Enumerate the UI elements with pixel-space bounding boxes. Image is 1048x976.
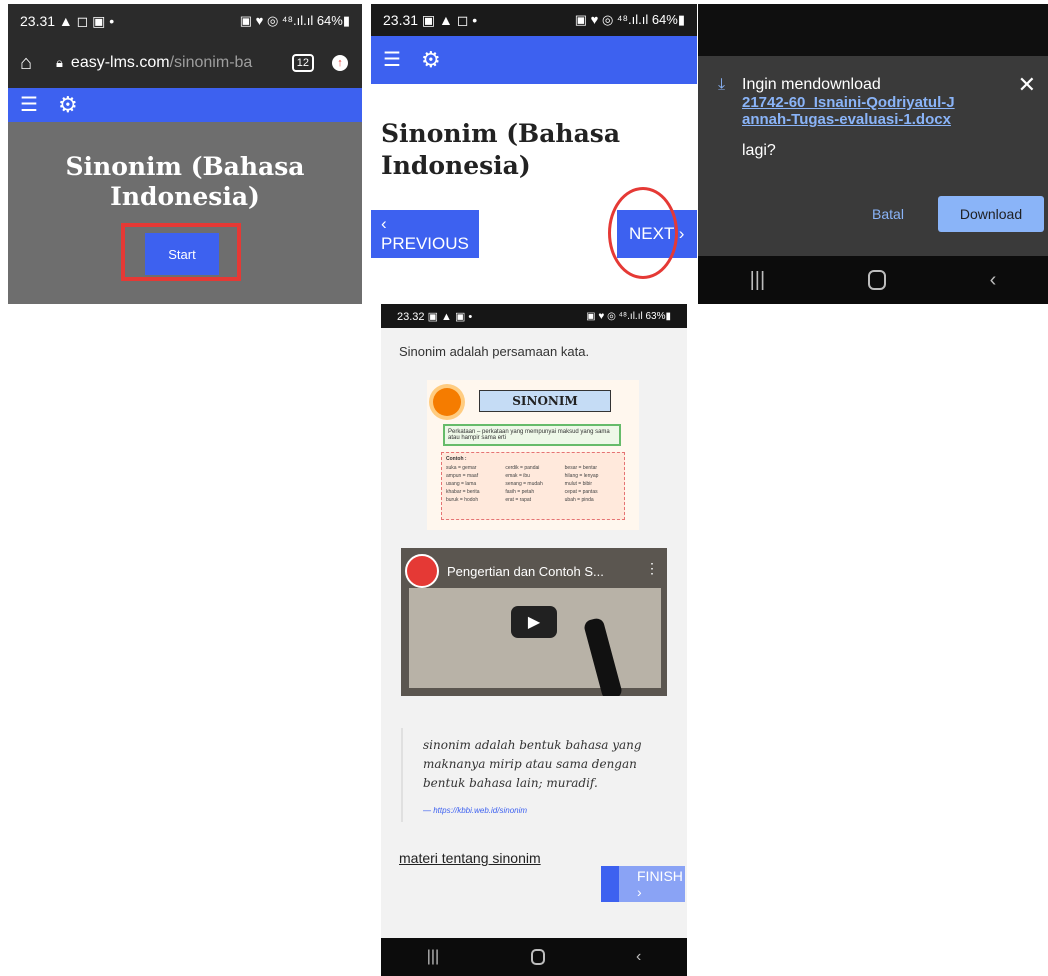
infographic-pair: ubah = pinda: [564, 497, 594, 503]
status-time: 23.31 ▲ ◻ ▣ •: [20, 12, 115, 29]
close-icon[interactable]: ✕: [1018, 72, 1036, 98]
infographic-pair: fasih = petah: [505, 489, 535, 495]
infographic-pair: emak = ibu: [505, 473, 530, 479]
material-link[interactable]: materi tentang sinonim: [399, 850, 541, 866]
tab-count-button[interactable]: 12: [291, 54, 314, 72]
download-dialog: ⤓ Ingin mendownload 21742-60_Isnaini-Qod…: [698, 56, 1048, 256]
screenshot-download-dialog: ⤓ Ingin mendownload 21742-60_Isnaini-Qod…: [698, 4, 1048, 304]
start-button[interactable]: Start: [145, 233, 219, 275]
infographic-definition: Perkataan – perkataan yang mempunyai mak…: [443, 424, 621, 446]
hamburger-menu-icon[interactable]: ☰: [383, 50, 401, 70]
video-embed[interactable]: Pengertian dan Contoh S... ⋮ ▶: [401, 548, 667, 696]
video-title: Pengertian dan Contoh S...: [447, 564, 604, 579]
channel-avatar: [405, 554, 439, 588]
next-highlight-circle: [608, 187, 678, 279]
infographic-pair: cepat = pantas: [564, 489, 598, 495]
site-header: ☰ ⚙: [8, 88, 362, 122]
android-nav-bar: ||| ‹: [381, 938, 687, 976]
infographic-contoh: Contoh :: [446, 456, 467, 462]
finish-button[interactable]: FINISH ›: [601, 866, 685, 902]
infographic-pair: senang = mudah: [505, 481, 543, 487]
recent-apps-icon[interactable]: |||: [427, 948, 439, 966]
infographic-pair: erat = rapat: [505, 497, 532, 503]
dialog-heading: Ingin mendownload: [742, 76, 881, 93]
status-icons: ▣ ♥ ◎ ⁴⁸.ıl.ıl 64%▮: [574, 12, 685, 27]
recent-apps-icon[interactable]: |||: [750, 269, 766, 292]
back-icon[interactable]: ‹: [990, 269, 997, 292]
video-more-icon[interactable]: ⋮: [645, 560, 659, 577]
address-bar[interactable]: 🔒︎ easy-lms.com/sinonim-ba: [56, 54, 252, 72]
infographic-pair: suka = gemar: [446, 465, 477, 471]
infographic-pair: mulut = bibir: [564, 481, 593, 487]
back-icon[interactable]: ‹: [636, 948, 641, 966]
infographic-pair: hilang = lenyap: [564, 473, 599, 479]
url-path: /sinonim-ba: [169, 54, 253, 71]
infographic-pair: usang = lama: [446, 481, 477, 487]
status-bar: 23.31 ▲ ◻ ▣ • ▣ ♥ ◎ ⁴⁸.ıl.ıl 64%▮: [8, 4, 362, 38]
infographic-pair: besar = bentar: [564, 465, 598, 471]
dialog-suffix: lagi?: [742, 142, 776, 159]
status-icons: ▣ ♥ ◎ ⁴⁸.ıl.ıl 63%▮: [586, 310, 671, 322]
play-button[interactable]: ▶: [511, 606, 557, 638]
quiz-title: Sinonim (Bahasa Indonesia): [381, 119, 621, 180]
download-filename[interactable]: 21742-60_Isnaini-Qodriyatul-Jannah-Tugas…: [742, 94, 956, 128]
home-circle-icon[interactable]: [530, 949, 545, 965]
download-icon: ⤓: [718, 76, 726, 93]
quote-source[interactable]: — https://kbbi.web.id/sinonim: [423, 806, 527, 815]
infographic-pairs: suka = gemar cerdik = pandai besar = benta…: [446, 465, 620, 503]
menu-upload-icon[interactable]: ↑: [332, 55, 348, 71]
screenshot-question-page: 23.31 ▣ ▲ ◻ • ▣ ♥ ◎ ⁴⁸.ıl.ıl 64%▮ ☰ ⚙ Si…: [371, 4, 697, 304]
download-button[interactable]: Download: [938, 196, 1044, 232]
infographic-title: SINONIM: [479, 390, 611, 412]
browser-toolbar: ⌂ 🔒︎ easy-lms.com/sinonim-ba 12 ↑: [8, 38, 362, 88]
screenshot-material-page: 23.32 ▣ ▲ ▣ • ▣ ♥ ◎ ⁴⁸.ıl.ıl 63%▮ Sinoni…: [381, 304, 687, 976]
status-time: 23.31 ▣ ▲ ◻ •: [383, 11, 478, 28]
hamburger-menu-icon[interactable]: ☰: [20, 95, 38, 115]
url-host: easy-lms.com: [70, 54, 170, 71]
definition-quote: sinonim adalah bentuk bahasa yang maknan…: [401, 728, 671, 822]
settings-gear-icon[interactable]: ⚙: [421, 49, 441, 71]
site-header: ☰ ⚙: [371, 36, 697, 84]
status-icons: ▣ ♥ ◎ ⁴⁸.ıl.ıl 64%▮: [239, 13, 350, 28]
screenshot-start-page: 23.31 ▲ ◻ ▣ • ▣ ♥ ◎ ⁴⁸.ıl.ıl 64%▮ ⌂ 🔒︎ e…: [8, 4, 362, 304]
android-nav-bar: ||| ‹: [698, 256, 1048, 304]
infographic-pair: ampun = maaf: [446, 473, 479, 479]
quote-text: sinonim adalah bentuk bahasa yang maknan…: [423, 738, 642, 790]
status-bar: 23.31 ▣ ▲ ◻ • ▣ ♥ ◎ ⁴⁸.ıl.ıl 64%▮: [371, 4, 697, 36]
infographic-pair: cerdik = pandai: [505, 465, 540, 471]
lock-icon: 🔒︎: [56, 55, 63, 70]
video-whiteboard: [409, 588, 661, 688]
quiz-title: Sinonim (Bahasa Indonesia): [65, 152, 305, 211]
infographic-pair: buruk = hodoh: [446, 497, 479, 503]
infographic-pair: khabar = berita: [446, 489, 480, 495]
sun-icon: [433, 388, 461, 416]
status-time: 23.32 ▣ ▲ ▣ •: [397, 310, 473, 323]
sinonim-infographic: SINONIM Perkataan – perkataan yang mempu…: [427, 380, 639, 530]
intro-text: Sinonim adalah persamaan kata.: [399, 344, 590, 359]
home-icon[interactable]: ⌂: [20, 52, 42, 75]
settings-gear-icon[interactable]: ⚙: [58, 94, 78, 116]
cancel-button[interactable]: Batal: [860, 196, 916, 232]
home-circle-icon[interactable]: [868, 270, 887, 290]
status-bar: 23.32 ▣ ▲ ▣ • ▣ ♥ ◎ ⁴⁸.ıl.ıl 63%▮: [381, 304, 687, 328]
previous-button[interactable]: ‹ PREVIOUS: [371, 210, 479, 258]
infographic-examples: Contoh : suka = gemar cerdik = pandai besa…: [441, 452, 625, 520]
